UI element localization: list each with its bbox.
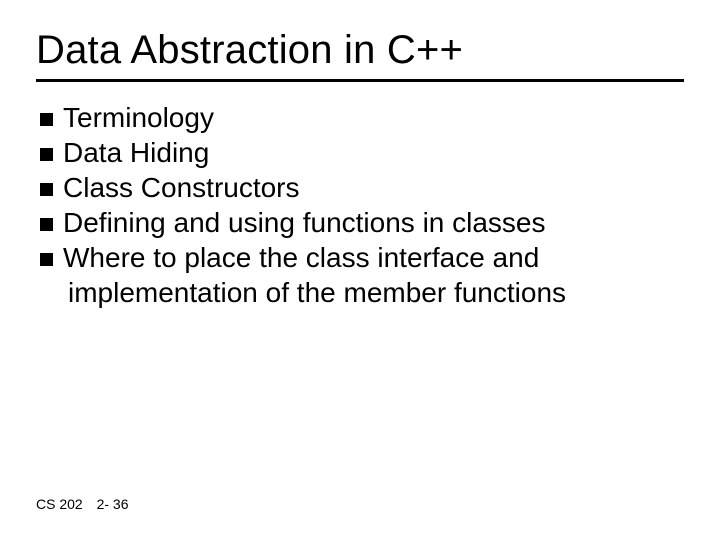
footer-course: CS 202	[36, 496, 83, 512]
bullet-list: Terminology Data Hiding Class Constructo…	[36, 100, 684, 310]
bullet-text: Defining and using functions in classes	[63, 207, 546, 238]
list-item: Defining and using functions in classes	[40, 205, 684, 240]
list-item: Where to place the class interface and i…	[40, 240, 684, 310]
bullet-icon	[40, 253, 53, 266]
bullet-text: Class Constructors	[63, 172, 300, 203]
title-rule	[36, 79, 684, 82]
bullet-icon	[40, 113, 53, 126]
bullet-text: Data Hiding	[63, 137, 209, 168]
bullet-icon	[40, 148, 53, 161]
slide: Data Abstraction in C++ Terminology Data…	[0, 0, 720, 540]
footer-page: 2- 36	[97, 496, 129, 512]
bullet-text: Where to place the class interface and i…	[63, 242, 566, 308]
list-item: Data Hiding	[40, 135, 684, 170]
slide-title: Data Abstraction in C++	[36, 28, 684, 73]
list-item: Class Constructors	[40, 170, 684, 205]
slide-footer: CS 202 2- 36	[36, 496, 129, 512]
list-item: Terminology	[40, 100, 684, 135]
bullet-icon	[40, 183, 53, 196]
bullet-icon	[40, 218, 53, 231]
bullet-text: Terminology	[63, 102, 214, 133]
